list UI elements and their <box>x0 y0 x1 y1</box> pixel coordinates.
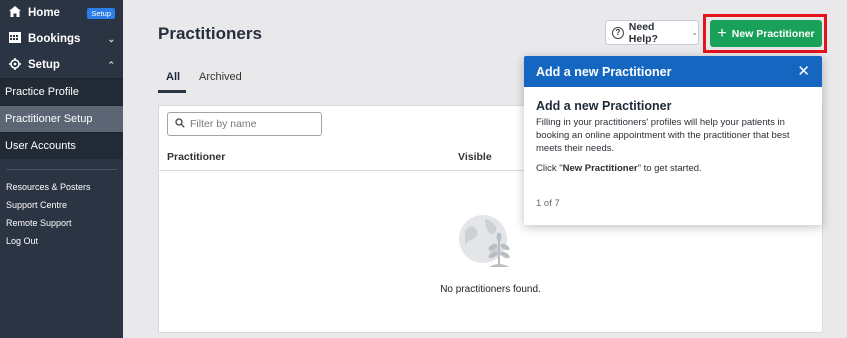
new-practitioner-button[interactable]: + New Practitioner <box>710 20 822 47</box>
link-remote-support[interactable]: Remote Support <box>0 214 123 232</box>
popover-body: Add a new Practitioner Filling in your p… <box>524 87 822 175</box>
sidebar: Home Setup Bookings ⌄ Setup ⌃ Practice P… <box>0 0 123 338</box>
popover-title: Add a new Practitioner <box>536 99 672 113</box>
popover-instruction-suffix: " to get started. <box>637 163 702 174</box>
chevron-down-icon: ⌄ <box>691 28 698 37</box>
popover-instruction-strong: New Practitioner <box>562 163 638 174</box>
sidebar-item-practitioner-setup[interactable]: Practitioner Setup <box>0 105 123 132</box>
link-resources-posters[interactable]: Resources & Posters <box>0 178 123 196</box>
link-log-out[interactable]: Log Out <box>0 232 123 250</box>
column-header-practitioner: Practitioner <box>167 151 226 163</box>
filter-input[interactable] <box>190 118 310 130</box>
popover-instruction-prefix: Click " <box>536 163 563 174</box>
link-support-centre[interactable]: Support Centre <box>0 196 123 214</box>
close-icon[interactable]: ✕ <box>797 64 810 79</box>
chevron-up-icon: ⌃ <box>107 59 115 70</box>
plus-icon: + <box>717 24 727 42</box>
nav-home-label: Home <box>28 7 60 19</box>
new-practitioner-label: New Practitioner <box>731 27 815 40</box>
need-help-label: Need Help? <box>628 20 658 45</box>
sidebar-item-user-accounts[interactable]: User Accounts <box>0 132 123 159</box>
tab-archived[interactable]: Archived <box>199 71 242 83</box>
popover-header-title: Add a new Practitioner <box>536 64 672 79</box>
active-tab-indicator <box>158 90 186 93</box>
home-icon <box>8 6 22 20</box>
sidebar-divider <box>6 169 117 170</box>
need-help-button[interactable]: ? Need Help? ⌄ <box>605 20 699 45</box>
page-title: Practitioners <box>158 24 262 43</box>
empty-state-text: No practitioners found. <box>440 284 541 295</box>
tab-all[interactable]: All <box>166 71 180 83</box>
nav-setup[interactable]: Setup ⌃ <box>0 52 123 78</box>
onboarding-popover: Add a new Practitioner ✕ Add a new Pract… <box>524 56 822 225</box>
setup-badge: Setup <box>87 7 115 19</box>
popover-description: Filling in your practitioners' profiles … <box>536 117 790 154</box>
nav-bookings[interactable]: Bookings ⌄ <box>0 26 123 52</box>
nav-home[interactable]: Home Setup <box>0 0 123 26</box>
search-icon <box>175 117 185 131</box>
column-header-visible: Visible <box>458 151 492 163</box>
popover-step-counter: 1 of 7 <box>536 198 560 209</box>
nav-setup-label: Setup <box>28 59 60 71</box>
empty-globe-plant-icon <box>455 213 519 273</box>
popover-instruction: Click "New Practitioner" to get started. <box>536 162 810 175</box>
question-icon: ? <box>612 26 624 39</box>
nav-bookings-label: Bookings <box>28 33 81 45</box>
gear-icon <box>8 57 22 73</box>
popover-header: Add a new Practitioner ✕ <box>524 56 822 87</box>
chevron-down-icon: ⌄ <box>107 33 115 44</box>
calendar-grid-icon <box>8 32 22 46</box>
filter-field[interactable] <box>167 112 322 136</box>
setup-submenu: Practice Profile Practitioner Setup User… <box>0 78 123 159</box>
sidebar-item-practice-profile[interactable]: Practice Profile <box>0 78 123 105</box>
